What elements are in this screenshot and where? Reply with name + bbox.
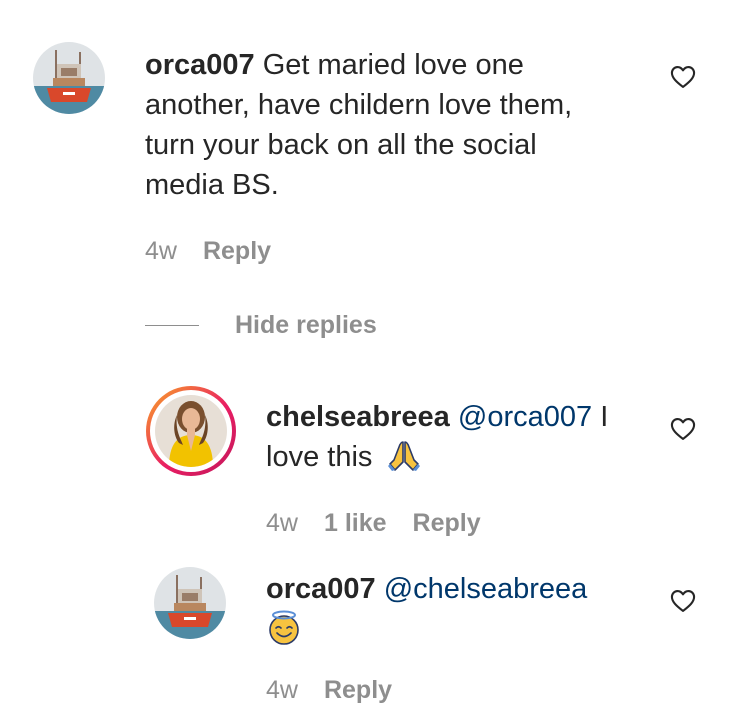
reply-mention-link[interactable]: @orca007 (458, 401, 592, 433)
reply-meta: 4w Reply (266, 676, 392, 705)
smiling-face-with-halo-emoji (269, 610, 299, 645)
reply-mention-link[interactable]: @chelseabreea (384, 573, 588, 605)
hide-replies-label[interactable]: Hide replies (235, 311, 377, 340)
heart-icon[interactable] (668, 63, 698, 91)
avatar-story-ring[interactable] (146, 386, 236, 476)
heart-icon[interactable] (668, 587, 698, 615)
divider-line (145, 325, 199, 326)
profile-photo (155, 395, 227, 467)
reply-text-block: orca007 @chelseabreea (266, 569, 636, 649)
boat-avatar-image (154, 567, 226, 639)
reply-button[interactable]: Reply (413, 509, 481, 538)
reply-time: 4w (266, 676, 298, 704)
reply-username[interactable]: chelseabreea (266, 401, 450, 433)
folded-hands-emoji (388, 441, 421, 471)
comment-time: 4w (145, 237, 177, 265)
reply-meta: 4w 1 like Reply (266, 509, 481, 538)
hide-replies-toggle[interactable]: Hide replies (145, 311, 377, 340)
reply-button[interactable]: Reply (324, 676, 392, 705)
reply-button[interactable]: Reply (203, 237, 271, 266)
comment-meta: 4w Reply (145, 237, 271, 266)
avatar[interactable] (33, 42, 105, 114)
reply-time: 4w (266, 509, 298, 537)
comment-text-block: orca007 Get maried love one another, hav… (145, 45, 615, 205)
avatar[interactable] (154, 567, 226, 639)
heart-icon[interactable] (668, 415, 698, 443)
comment-username[interactable]: orca007 (145, 49, 255, 81)
likes-count-link[interactable]: 1 like (324, 509, 387, 538)
reply-username[interactable]: orca007 (266, 573, 376, 605)
boat-avatar-image (33, 42, 105, 114)
reply-text-block: chelseabreea @orca007 I love this (266, 397, 636, 477)
